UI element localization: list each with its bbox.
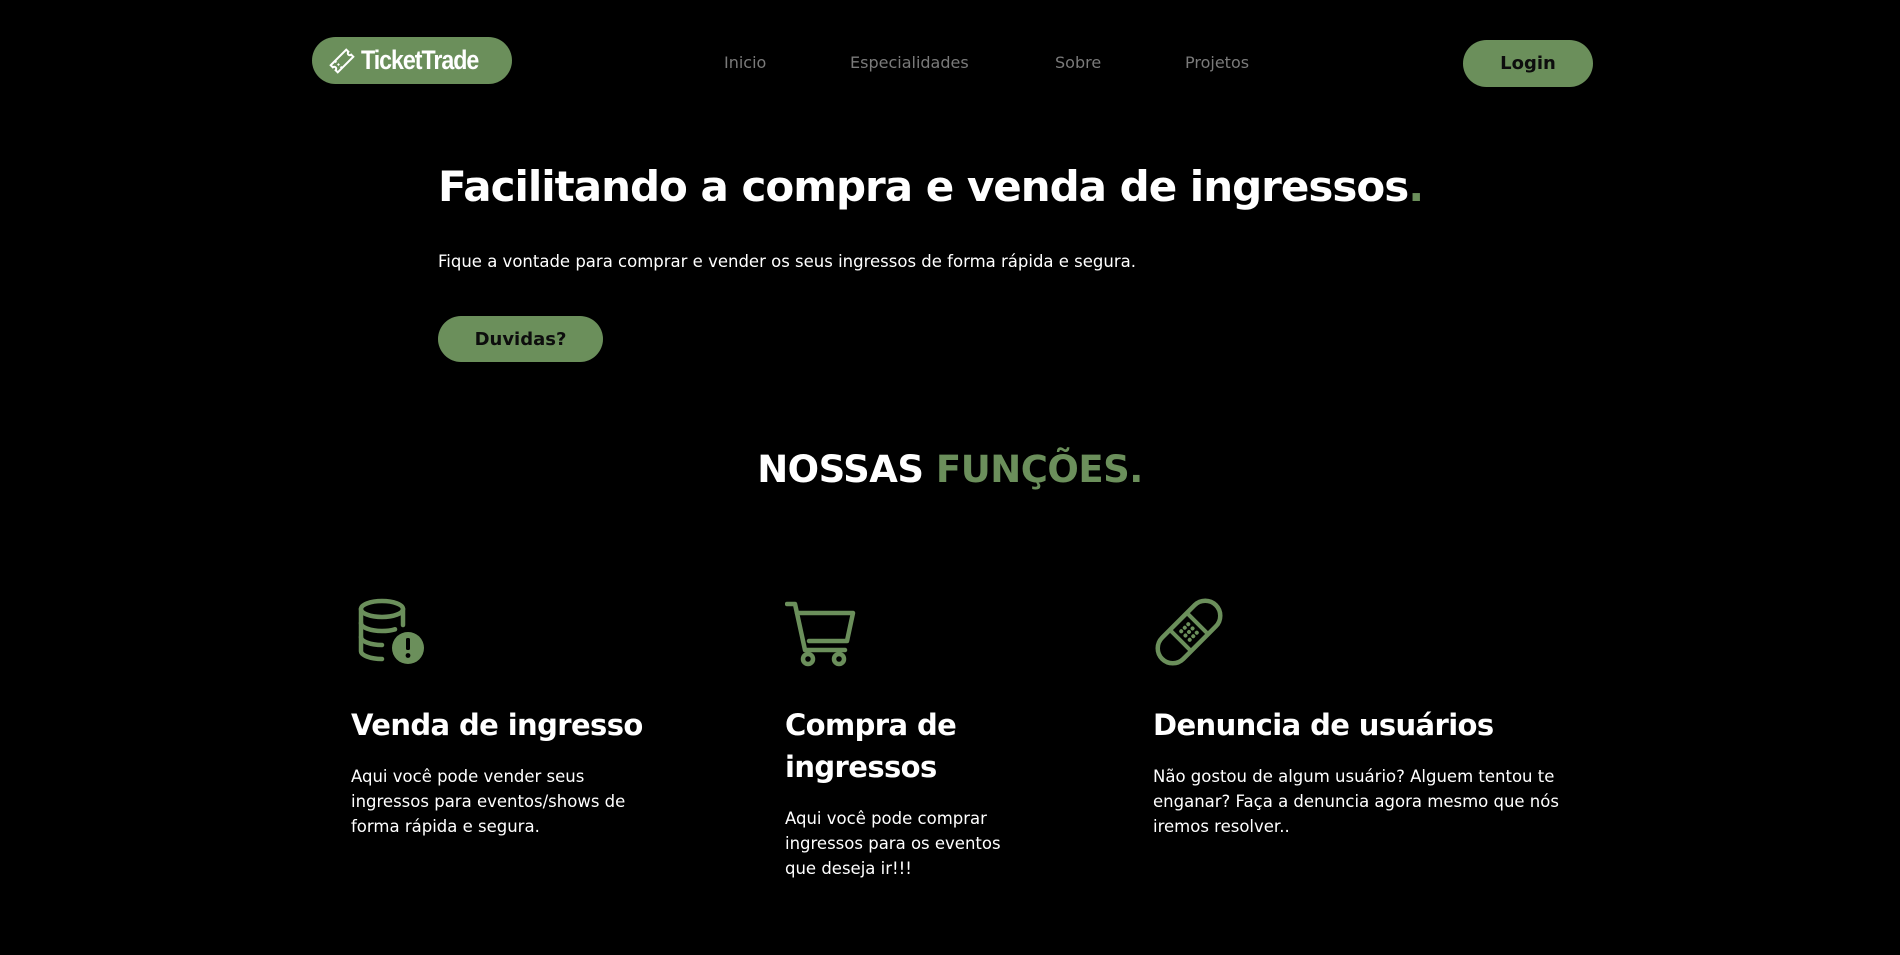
duvidas-button[interactable]: Duvidas? <box>438 316 603 362</box>
logo[interactable]: TicketTrade <box>312 37 512 84</box>
feature-title: Denuncia de usuários <box>1153 708 1494 742</box>
logo-text: TicketTrade <box>360 45 479 75</box>
feature-text: Aqui você pode vender seus ingressos par… <box>351 767 626 836</box>
section-title: NOSSAS FUNÇÕES. <box>0 448 1900 491</box>
feature-compra: Compra de ingressos Aqui você pode compr… <box>785 596 1001 878</box>
feature-denuncia: Denuncia de usuários Não gostou de algum… <box>1153 596 1559 836</box>
feature-title: Venda de ingresso <box>351 708 643 742</box>
login-button[interactable]: Login <box>1463 40 1593 87</box>
hero-title: Facilitando a compra e venda de ingresso… <box>438 162 1424 211</box>
nav-link-sobre[interactable]: Sobre <box>1055 53 1101 72</box>
page: TicketTrade Inicio Especialidades Sobre … <box>0 0 1900 955</box>
feature-venda: Venda de ingresso Aqui você pode vender … <box>351 596 643 836</box>
database-alert-icon <box>358 598 424 664</box>
nav-link-projetos[interactable]: Projetos <box>1185 53 1249 72</box>
feature-text: Aqui você pode comprar ingressos para os… <box>785 809 1001 878</box>
section-title-green: FUNÇÕES. <box>935 448 1143 491</box>
section-title-white: NOSSAS <box>757 448 924 491</box>
hero-subtitle: Fique a vontade para comprar e vender os… <box>438 252 1137 271</box>
feature-title: Compra de ingressos <box>785 708 957 784</box>
nav-link-inicio[interactable]: Inicio <box>724 53 766 72</box>
hero-title-text: Facilitando a compra e venda de ingresso… <box>438 162 1409 211</box>
bandage-icon <box>1155 598 1223 666</box>
shopping-cart-icon <box>785 601 856 667</box>
feature-text: Não gostou de algum usuário? Alguem tent… <box>1153 767 1559 836</box>
nav-link-especialidades[interactable]: Especialidades <box>850 53 969 72</box>
hero-title-dot: . <box>1408 162 1424 211</box>
ticket-icon <box>329 47 355 74</box>
